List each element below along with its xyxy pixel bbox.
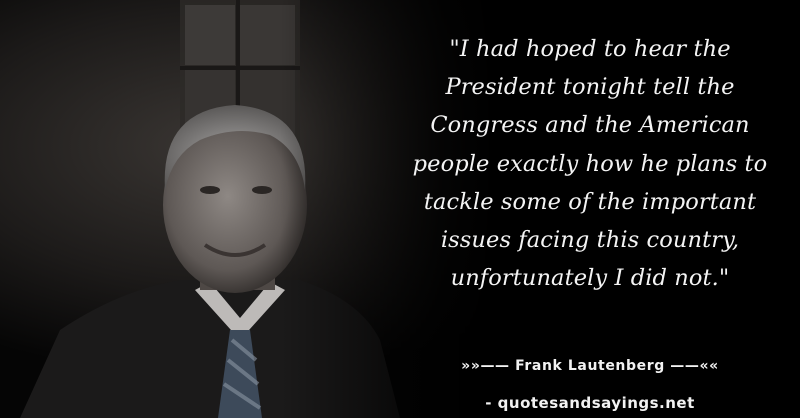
quote-line: tackle some of the important [423,188,757,215]
quote-author: »»—— Frank Lautenberg ——«« [461,358,719,374]
quote-line: issues facing this country, [440,227,740,254]
quote-block: "I had hoped to hear the President tonig… [380,30,800,297]
source-watermark: - quotesandsayings.net [485,394,695,412]
quote-line: unfortunately I did not." [450,265,730,292]
quote-line: President tonight tell the [445,74,735,101]
quote-line: "I had hoped to hear the [449,36,731,62]
quote-text: "I had hoped to hear the President tonig… [380,30,800,297]
quote-line: people exactly how he plans to [412,150,768,177]
quote-line: Congress and the American [430,112,750,139]
quote-card: "I had hoped to hear the President tonig… [0,0,800,418]
